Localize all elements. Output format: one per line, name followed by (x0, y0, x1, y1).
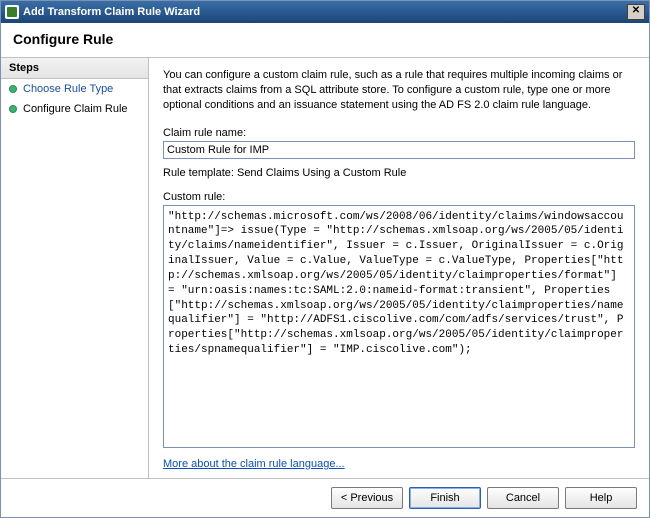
close-button[interactable]: ✕ (627, 4, 645, 20)
footer: < Previous Finish Cancel Help (1, 478, 649, 517)
steps-sidebar: Steps Choose Rule Type Configure Claim R… (1, 58, 149, 478)
finish-button[interactable]: Finish (409, 487, 481, 509)
step-label: Choose Rule Type (23, 83, 113, 95)
app-icon (5, 5, 19, 19)
custom-rule-label: Custom rule: (163, 191, 635, 203)
window-title: Add Transform Claim Rule Wizard (23, 6, 200, 18)
rule-name-input[interactable] (163, 141, 635, 159)
step-label: Configure Claim Rule (23, 103, 128, 115)
titlebar: Add Transform Claim Rule Wizard ✕ (1, 1, 649, 23)
custom-rule-textarea[interactable] (164, 206, 634, 376)
body: Steps Choose Rule Type Configure Claim R… (1, 58, 649, 478)
description-text: You can configure a custom claim rule, s… (163, 68, 635, 113)
learn-more-link[interactable]: More about the claim rule language... (163, 458, 635, 470)
header: Configure Rule (1, 23, 649, 58)
main-panel: You can configure a custom claim rule, s… (149, 58, 649, 478)
help-button[interactable]: Help (565, 487, 637, 509)
rule-name-label: Claim rule name: (163, 127, 635, 139)
previous-button[interactable]: < Previous (331, 487, 403, 509)
custom-rule-wrap (163, 205, 635, 448)
bullet-icon (9, 105, 17, 113)
step-choose-rule-type[interactable]: Choose Rule Type (1, 79, 148, 99)
steps-heading: Steps (1, 58, 148, 79)
page-title: Configure Rule (13, 31, 637, 47)
wizard-window: Add Transform Claim Rule Wizard ✕ Config… (0, 0, 650, 518)
step-configure-claim-rule[interactable]: Configure Claim Rule (1, 99, 148, 119)
cancel-button[interactable]: Cancel (487, 487, 559, 509)
bullet-icon (9, 85, 17, 93)
rule-template-label: Rule template: Send Claims Using a Custo… (163, 167, 635, 179)
